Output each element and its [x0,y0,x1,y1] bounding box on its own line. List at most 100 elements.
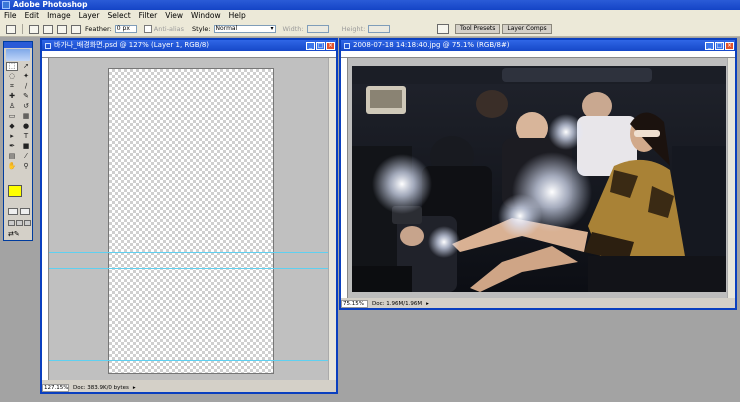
hand-tool-icon[interactable]: ✋ [6,162,18,171]
gradient-tool-icon[interactable]: ▦ [20,112,32,121]
canvas-area[interactable] [348,58,735,298]
shape-tool-icon[interactable]: ■ [20,142,32,151]
document-window-psd: 바가나_배경화면.psd @ 127% (Layer 1, RGB/8) _ □… [40,38,338,394]
app-title: Adobe Photoshop [13,0,88,9]
vertical-ruler [341,58,348,298]
lasso-tool-icon[interactable]: ◌ [6,72,18,81]
style-label: Style: [192,25,211,33]
subtract-selection-icon[interactable] [57,24,67,34]
document-status-bar: 127.15% Doc: 383.9K/0 bytes ▸ [42,384,336,392]
document-status-bar: 75.15% Doc: 1.96M/1.96M ▸ [341,300,735,308]
chevron-down-icon: ▾ [270,25,274,32]
blur-tool-icon[interactable]: ◆ [6,122,18,131]
path-select-tool-icon[interactable]: ▸ [6,132,18,141]
vertical-scrollbar[interactable] [727,58,735,298]
document-title: 바가나_배경화면.psd @ 127% (Layer 1, RGB/8) [54,41,210,49]
jump-to-imageready-icon[interactable]: ⇄✎ [8,230,28,238]
marquee-tool-icon[interactable]: ⬚ [6,62,18,71]
width-input[interactable] [306,25,329,33]
menu-file[interactable]: File [0,10,21,22]
pen-tool-icon[interactable]: ✒ [6,142,18,151]
menu-help[interactable]: Help [225,10,250,22]
zoom-tool-icon[interactable]: ⚲ [20,162,32,171]
guide-line[interactable] [49,252,328,253]
tab-layer-comps[interactable]: Layer Comps [502,24,552,34]
tool-grid: ⬚ ➚ ◌ ✦ ⌗ ∕ ✚ ✎ ♙ ↺ ▭ ▦ ◆ ● ▸ T ✒ ■ ▤ ⁄ … [6,62,32,171]
style-select[interactable]: Normal ▾ [213,25,276,33]
slice-tool-icon[interactable]: ∕ [20,82,32,91]
full-screen-menu-icon[interactable] [16,220,23,226]
transparent-canvas[interactable] [108,68,274,374]
zoom-field[interactable]: 127.15% [42,384,69,392]
move-tool-icon[interactable]: ➚ [20,62,32,71]
palette-well-icon[interactable] [437,24,449,34]
document-icon [344,42,350,49]
minimize-button[interactable]: _ [306,41,315,50]
magic-wand-tool-icon[interactable]: ✦ [20,72,32,81]
feather-label: Feather: [85,25,112,33]
menu-filter[interactable]: Filter [135,10,162,22]
toolbox-grip[interactable] [4,42,32,48]
app-title-bar: Adobe Photoshop [0,0,740,10]
close-button[interactable]: × [326,41,335,50]
notes-tool-icon[interactable]: ▤ [6,152,18,161]
quick-mask-mode-icon[interactable] [20,208,30,215]
maximize-button[interactable]: □ [715,41,724,50]
style-select-value: Normal [215,25,238,32]
tab-tool-presets[interactable]: Tool Presets [455,24,501,34]
status-menu-arrow-icon[interactable]: ▸ [133,384,136,392]
foreground-color-swatch[interactable] [8,185,22,197]
stamp-tool-icon[interactable]: ♙ [6,102,18,111]
document-window-jpg: 2008-07-18 14:18:40.jpg @ 75.1% (RGB/8#)… [339,38,737,310]
close-button[interactable]: × [725,41,734,50]
height-label: Height: [341,25,366,33]
menu-edit[interactable]: Edit [21,10,44,22]
photoshop-app-icon [2,1,10,9]
standard-mode-icon[interactable] [8,208,18,215]
dodge-tool-icon[interactable]: ● [20,122,32,131]
status-menu-arrow-icon[interactable]: ▸ [426,300,429,308]
palette-well: Tool Presets Layer Comps [455,24,554,34]
photo-illustration [352,66,726,292]
maximize-button[interactable]: □ [316,41,325,50]
crop-tool-icon[interactable]: ⌗ [6,82,18,91]
adobe-online-icon[interactable] [6,49,30,61]
feather-input[interactable]: 0 px [114,25,137,33]
guide-line[interactable] [49,360,328,361]
menu-window[interactable]: Window [187,10,225,22]
zoom-field[interactable]: 75.15% [341,300,368,308]
horizontal-ruler [42,51,336,58]
type-tool-icon[interactable]: T [20,132,32,141]
doc-size-info: Doc: 1.96M/1.96M [372,301,423,307]
guide-line[interactable] [49,268,328,269]
document-title-bar[interactable]: 2008-07-18 14:18:40.jpg @ 75.1% (RGB/8#)… [341,40,735,51]
eyedropper-tool-icon[interactable]: ⁄ [20,152,32,161]
brush-tool-icon[interactable]: ✎ [20,92,32,101]
height-input[interactable] [368,25,391,33]
healing-brush-tool-icon[interactable]: ✚ [6,92,18,101]
vertical-scrollbar[interactable] [328,58,336,380]
horizontal-ruler [341,51,735,58]
add-selection-icon[interactable] [43,24,53,34]
vertical-ruler [42,58,49,380]
eraser-tool-icon[interactable]: ▭ [6,112,18,121]
width-label: Width: [282,25,304,33]
full-screen-icon[interactable] [24,220,31,226]
history-brush-tool-icon[interactable]: ↺ [20,102,32,111]
menu-image[interactable]: Image [43,10,75,22]
antialias-checkbox[interactable] [143,25,152,33]
document-title-bar[interactable]: 바가나_배경화면.psd @ 127% (Layer 1, RGB/8) _ □… [42,40,336,51]
toolbox: ⬚ ➚ ◌ ✦ ⌗ ∕ ✚ ✎ ♙ ↺ ▭ ▦ ◆ ● ▸ T ✒ ■ ▤ ⁄ … [3,41,33,241]
standard-screen-icon[interactable] [8,220,15,226]
minimize-button[interactable]: _ [705,41,714,50]
new-selection-icon[interactable] [29,24,39,34]
menu-view[interactable]: View [161,10,187,22]
document-title: 2008-07-18 14:18:40.jpg @ 75.1% (RGB/8#) [353,41,510,49]
marquee-preset-icon[interactable] [6,24,16,34]
intersect-selection-icon[interactable] [71,24,81,34]
quick-mask-modes [8,208,30,215]
canvas-area[interactable] [49,58,328,380]
photo-image[interactable] [352,66,726,292]
menu-layer[interactable]: Layer [75,10,104,22]
menu-select[interactable]: Select [104,10,135,22]
